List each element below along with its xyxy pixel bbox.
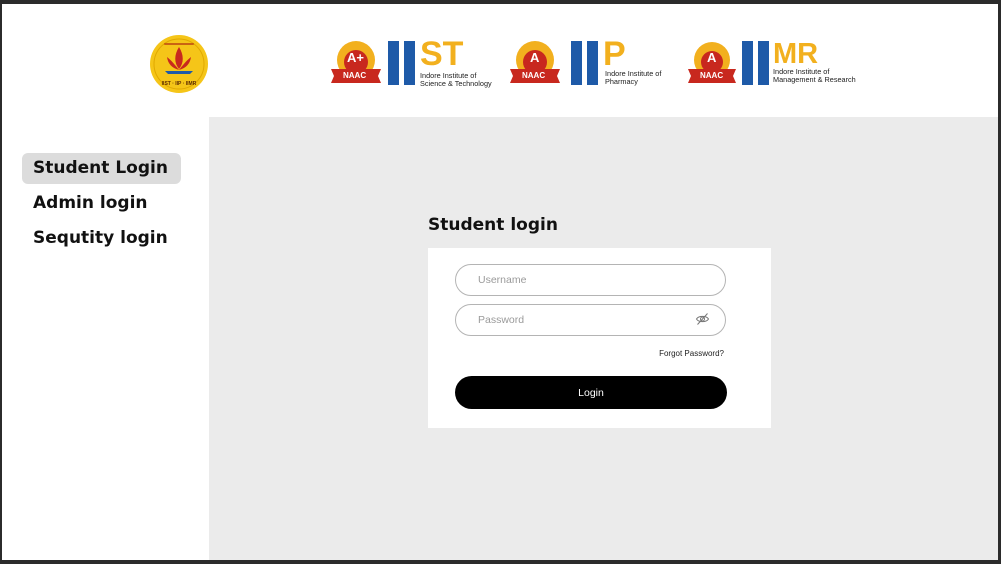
login-card: Forgot Password? Login — [428, 248, 771, 428]
naac-label: NAAC — [700, 71, 724, 80]
forgot-password-link[interactable]: Forgot Password? — [659, 349, 724, 358]
login-button[interactable]: Login — [455, 376, 727, 409]
naac-grade: A — [530, 50, 540, 65]
institute-logo-iist: A+ NAAC ST Indore Institute of Science &… — [329, 35, 494, 88]
ii-mark-icon — [571, 41, 598, 85]
header: IIST · IIP · IIMR A+ NAAC ST Indore Inst… — [2, 4, 998, 117]
username-input[interactable] — [455, 264, 726, 296]
form-title: Student login — [428, 215, 558, 235]
institute-name-line2: Science & Technology — [420, 79, 492, 88]
sidebar: Student Login Admin login Sequtity login — [2, 117, 209, 560]
group-logo-caption: IIST · IIP · IIMR — [161, 81, 197, 87]
institute-abbr: P — [603, 35, 626, 73]
sidebar-item-security-login[interactable]: Sequtity login — [22, 223, 181, 254]
institute-abbr: ST — [420, 35, 464, 73]
sidebar-item-admin-login[interactable]: Admin login — [22, 188, 181, 219]
institute-abbr: MR — [773, 38, 819, 70]
password-input[interactable] — [455, 304, 726, 336]
institute-logo-iimr: A NAAC MR Indore Institute of Management… — [687, 38, 857, 88]
naac-label: NAAC — [522, 71, 546, 80]
naac-grade: A+ — [347, 50, 364, 65]
institute-name-line2: Management & Research — [773, 75, 856, 84]
eye-slash-icon[interactable] — [695, 312, 710, 326]
main-content: Student login Forgot Password? Login — [209, 117, 998, 560]
naac-label: NAAC — [343, 71, 367, 80]
ii-mark-icon — [388, 41, 415, 85]
institute-name-line2: Pharmacy — [605, 77, 638, 86]
sidebar-item-student-login[interactable]: Student Login — [22, 153, 181, 184]
naac-grade: A — [707, 50, 717, 65]
institute-logo-iip: A NAAC P Indore Institute of Pharmacy — [508, 35, 673, 88]
app-window: IIST · IIP · IIMR A+ NAAC ST Indore Inst… — [2, 4, 998, 560]
ii-mark-icon — [742, 41, 769, 85]
